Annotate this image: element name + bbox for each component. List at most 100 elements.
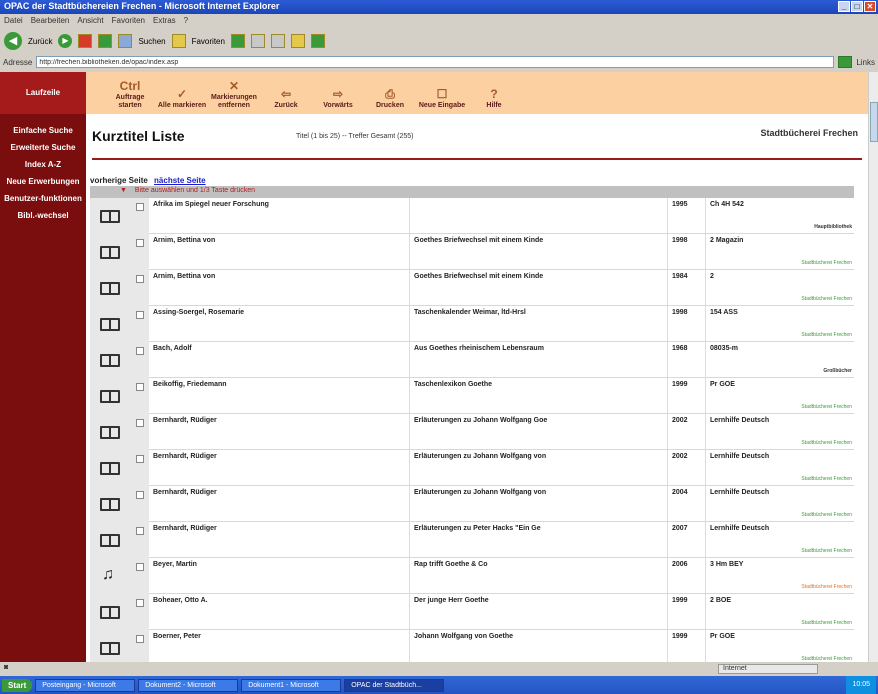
next-page-link[interactable]: nächste Seite: [154, 176, 206, 185]
menu-edit[interactable]: Bearbeiten: [31, 16, 70, 26]
author-cell[interactable]: Beikoffig, Friedemann: [149, 378, 410, 413]
favorites-label[interactable]: Favoriten: [192, 37, 225, 46]
sidebar-item-index[interactable]: Index A-Z: [0, 156, 86, 173]
author-cell[interactable]: Boheaer, Otto A.: [149, 594, 410, 629]
table-row[interactable]: Bernhardt, Rüdiger Erläuterungen zu Peter…: [90, 522, 854, 558]
select-checkbox[interactable]: [136, 419, 144, 427]
author-cell[interactable]: Bernhardt, Rüdiger: [149, 486, 410, 521]
title-cell[interactable]: [410, 198, 668, 233]
table-row[interactable]: Arnim, Bettina von Goethes Briefwechsel m…: [90, 234, 854, 270]
address-input[interactable]: [36, 56, 835, 68]
select-checkbox[interactable]: [136, 239, 144, 247]
taskbar-item-doc2[interactable]: Dokument2 - Microsoft: [138, 678, 239, 692]
select-checkbox[interactable]: [136, 563, 144, 571]
title-cell[interactable]: Erläuterungen zu Johann Wolfgang von: [410, 450, 668, 485]
author-cell[interactable]: Arnim, Bettina von: [149, 270, 410, 305]
author-cell[interactable]: Bernhardt, Rüdiger: [149, 450, 410, 485]
title-cell[interactable]: Johann Wolfgang von Goethe: [410, 630, 668, 662]
history-icon[interactable]: [230, 34, 245, 48]
author-cell[interactable]: Bernhardt, Rüdiger: [149, 522, 410, 557]
author-cell[interactable]: Assing-Soergel, Rosemarie: [149, 306, 410, 341]
select-checkbox[interactable]: [136, 347, 144, 355]
author-cell[interactable]: Beyer, Martin: [149, 558, 410, 593]
table-row[interactable]: Afrika im Spiegel neuer Forschung 1995 Ch …: [90, 198, 854, 234]
forward-button[interactable]: ⇨ Vorwärts: [312, 87, 364, 110]
table-row[interactable]: Bach, Adolf Aus Goethes rheinischem Leben…: [90, 342, 854, 378]
sidebar-item-user-functions[interactable]: Benutzer-funktionen: [0, 190, 86, 207]
author-cell[interactable]: Arnim, Bettina von: [149, 234, 410, 269]
table-row[interactable]: Bernhardt, Rüdiger Erläuterungen zu Johan…: [90, 486, 854, 522]
table-row[interactable]: Boerner, Peter Johann Wolfgang von Goethe…: [90, 630, 854, 662]
table-row[interactable]: Bernhardt, Rüdiger Erläuterungen zu Johan…: [90, 450, 854, 486]
select-checkbox[interactable]: [136, 491, 144, 499]
links-label[interactable]: Links: [856, 58, 875, 67]
back-icon[interactable]: ◀: [4, 32, 22, 50]
new-input-button[interactable]: ☐ Neue Eingabe: [416, 87, 468, 110]
sidebar-item-simple-search[interactable]: Einfache Suche: [0, 122, 86, 139]
table-row[interactable]: Beikoffig, Friedemann Taschenlexikon Goet…: [90, 378, 854, 414]
menu-help[interactable]: ?: [184, 16, 188, 26]
forward-icon[interactable]: ▶: [58, 34, 73, 48]
author-cell[interactable]: Bach, Adolf: [149, 342, 410, 377]
search-label[interactable]: Suchen: [138, 37, 165, 46]
refresh-icon[interactable]: [98, 34, 113, 48]
table-row[interactable]: Assing-Soergel, Rosemarie Taschenkalender…: [90, 306, 854, 342]
author-cell[interactable]: Bernhardt, Rüdiger: [149, 414, 410, 449]
table-row[interactable]: ♫ Beyer, Martin Rap trifft Goethe & Co 2006…: [90, 558, 854, 594]
author-cell[interactable]: Afrika im Spiegel neuer Forschung: [149, 198, 410, 233]
start-button[interactable]: Start: [2, 678, 33, 692]
title-cell[interactable]: Taschenkalender Weimar, ltd-Hrsl: [410, 306, 668, 341]
menu-view[interactable]: Ansicht: [77, 16, 103, 26]
taskbar-item-opac[interactable]: OPAC der Stadtbüch...: [344, 678, 445, 692]
author-cell[interactable]: Boerner, Peter: [149, 630, 410, 662]
menu-file[interactable]: Datei: [4, 16, 23, 26]
title-cell[interactable]: Goethes Briefwechsel mit einem Kinde: [410, 234, 668, 269]
minimize-button[interactable]: _: [838, 1, 850, 12]
title-cell[interactable]: Erläuterungen zu Peter Hacks "Ein Ge: [410, 522, 668, 557]
table-row[interactable]: Bernhardt, Rüdiger Erläuterungen zu Johan…: [90, 414, 854, 450]
sidebar-item-new-acquisitions[interactable]: Neue Erwerbungen: [0, 173, 86, 190]
folder-icon[interactable]: [290, 34, 305, 48]
select-checkbox[interactable]: [136, 203, 144, 211]
print-button[interactable]: ⎙ Drucken: [364, 87, 416, 110]
mail-icon[interactable]: [250, 34, 265, 48]
select-checkbox[interactable]: [136, 635, 144, 643]
vertical-scrollbar[interactable]: [868, 72, 878, 662]
title-cell[interactable]: Rap trifft Goethe & Co: [410, 558, 668, 593]
select-checkbox[interactable]: [136, 311, 144, 319]
select-checkbox[interactable]: [136, 599, 144, 607]
home-icon[interactable]: [118, 34, 133, 48]
table-row[interactable]: Boheaer, Otto A. Der junge Herr Goethe 199…: [90, 594, 854, 630]
select-checkbox[interactable]: [136, 275, 144, 283]
title-cell[interactable]: Taschenlexikon Goethe: [410, 378, 668, 413]
title-cell[interactable]: Aus Goethes rheinischem Lebensraum: [410, 342, 668, 377]
help-button[interactable]: ? Hilfe: [468, 87, 520, 110]
select-checkbox[interactable]: [136, 383, 144, 391]
scroll-thumb[interactable]: [870, 102, 878, 142]
taskbar-item-doc1[interactable]: Dokument1 - Microsoft: [241, 678, 342, 692]
title-cell[interactable]: Erläuterungen zu Johann Wolfgang von: [410, 486, 668, 521]
print-icon[interactable]: [270, 34, 285, 48]
menu-tools[interactable]: Extras: [153, 16, 176, 26]
go-button[interactable]: [838, 56, 853, 68]
taskbar-item-inbox[interactable]: Posteingang - Microsoft: [35, 678, 136, 692]
maximize-button[interactable]: □: [851, 1, 863, 12]
menu-favorites[interactable]: Favoriten: [112, 16, 145, 26]
select-checkbox[interactable]: [136, 455, 144, 463]
close-button[interactable]: ✕: [864, 1, 876, 12]
select-checkbox[interactable]: [136, 527, 144, 535]
clear-marks-button[interactable]: ✕ Markierungen entfernen: [208, 79, 260, 110]
select-all-button[interactable]: ✓ Alle markieren: [156, 87, 208, 110]
back-label[interactable]: Zurück: [28, 37, 52, 46]
messenger-icon[interactable]: [310, 34, 325, 48]
start-orders-button[interactable]: Ctrl Auftrage starten: [104, 79, 156, 110]
title-cell[interactable]: Der junge Herr Goethe: [410, 594, 668, 629]
sidebar-item-advanced-search[interactable]: Erweiterte Suche: [0, 139, 86, 156]
stop-icon[interactable]: [78, 34, 93, 48]
title-cell[interactable]: Goethes Briefwechsel mit einem Kinde: [410, 270, 668, 305]
sidebar-item-library-switch[interactable]: Bibl.-wechsel: [0, 207, 86, 224]
sidebar-item-laufzeile[interactable]: Laufzeile: [0, 72, 86, 114]
table-row[interactable]: Arnim, Bettina von Goethes Briefwechsel m…: [90, 270, 854, 306]
title-cell[interactable]: Erläuterungen zu Johann Wolfgang Goe: [410, 414, 668, 449]
favorites-icon[interactable]: [171, 34, 186, 48]
